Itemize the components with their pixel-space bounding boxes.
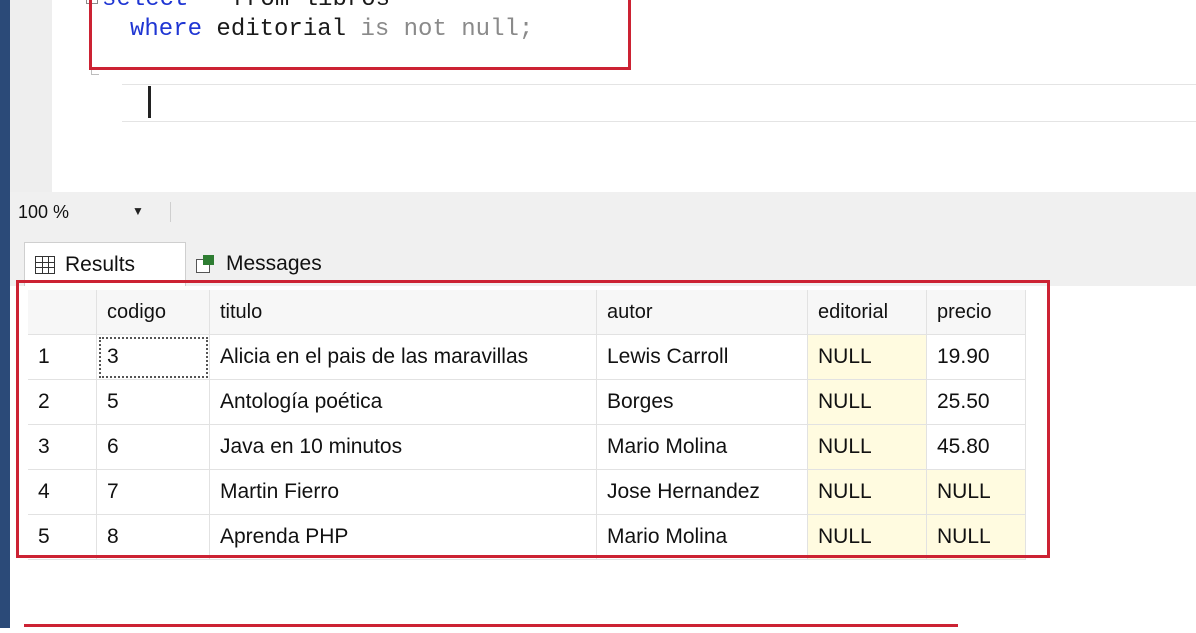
editor-gutter (10, 0, 52, 192)
bottom-highlight-box (24, 624, 958, 633)
tab-results-label: Results (65, 252, 136, 276)
fold-guide-end (91, 74, 99, 75)
left-window-edge (0, 0, 10, 628)
tab-messages-label: Messages (226, 252, 322, 275)
zoom-bar: 100 % ▼ (10, 192, 1196, 235)
current-line-highlight (122, 84, 1196, 122)
query-highlight-box (89, 0, 631, 70)
grid-icon (35, 255, 55, 274)
query-editor[interactable]: select * from libros where editorial is … (52, 0, 1196, 192)
text-caret (148, 86, 151, 118)
chevron-down-icon[interactable]: ▼ (132, 204, 144, 218)
zoom-separator (170, 202, 171, 222)
messages-icon (196, 255, 216, 273)
zoom-level[interactable]: 100 % (18, 202, 69, 223)
results-highlight-box (16, 280, 1050, 558)
results-pane: codigo titulo autor editorial precio 1 3… (10, 280, 1196, 628)
results-tabs: Results Messages (10, 234, 1196, 286)
